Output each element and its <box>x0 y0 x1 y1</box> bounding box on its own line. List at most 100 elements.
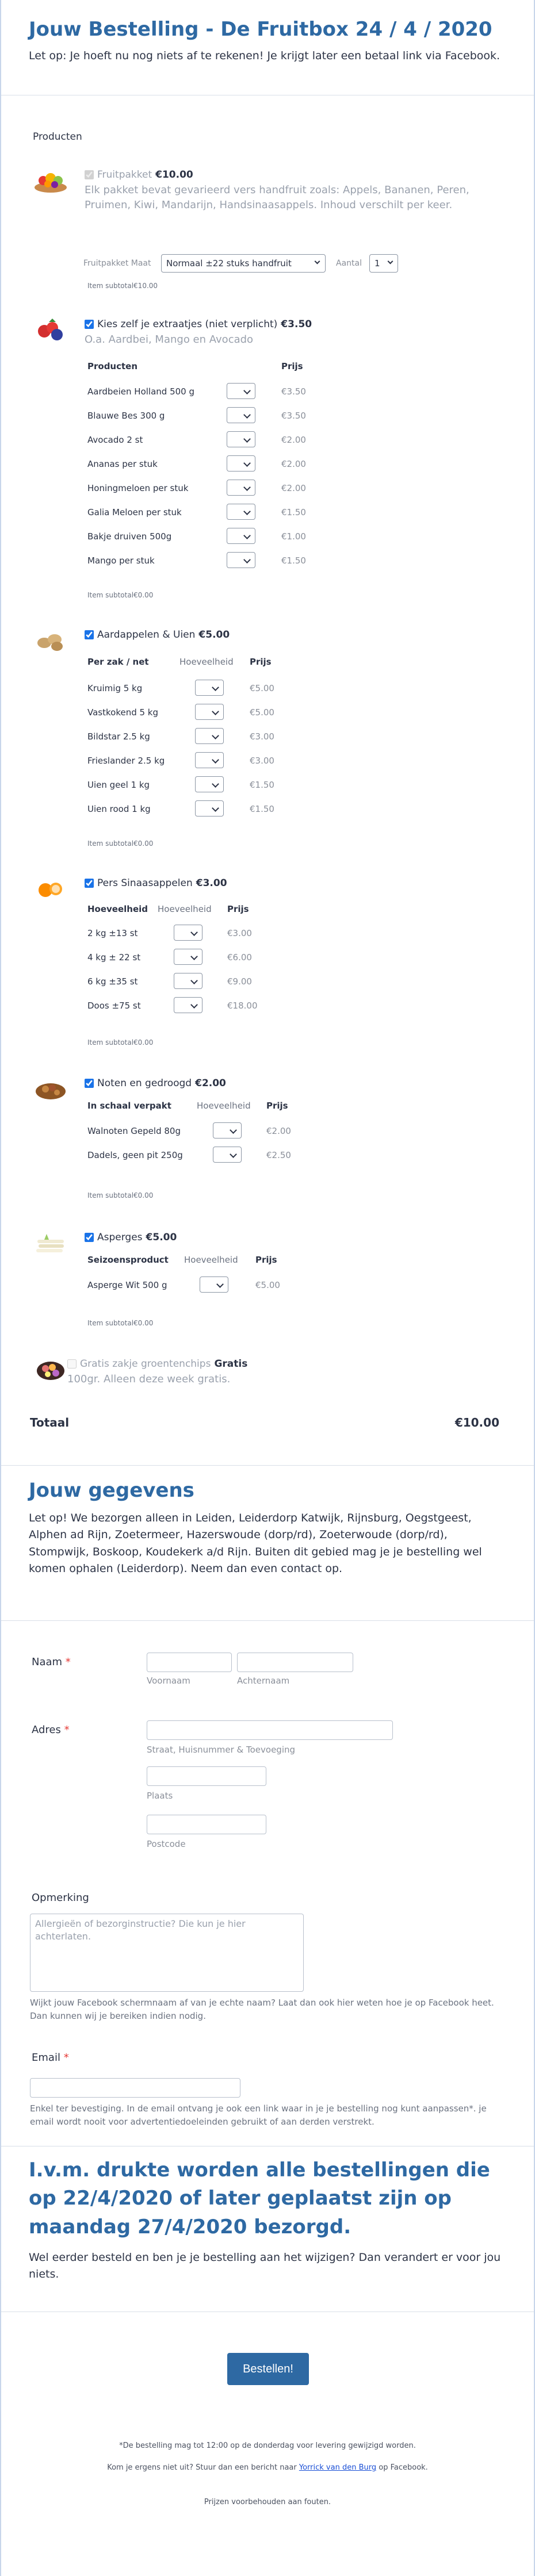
table-row-price: €1.50 <box>281 507 306 518</box>
groentechips-description: 100gr. Alleen deze week gratis. <box>67 1373 231 1385</box>
quantity-select[interactable] <box>195 728 224 744</box>
table-row-price: €3.50 <box>281 386 306 397</box>
table-row-name: Mango per stuk <box>87 555 155 566</box>
fruitpakket-aantal-select[interactable]: 1 <box>369 254 398 273</box>
quantity-select[interactable] <box>174 973 202 989</box>
quantity-select[interactable] <box>174 925 202 941</box>
extraatjes-subtotal: Item subtotal€0.00 <box>87 591 153 599</box>
footer-contact-suffix: op Facebook. <box>379 2463 428 2472</box>
quantity-select[interactable] <box>227 552 255 568</box>
email-input[interactable] <box>30 2078 240 2098</box>
adres-label: Adres * <box>32 1724 70 1736</box>
fruitpakket-name: Fruitpakket <box>97 169 152 181</box>
strawberries-image <box>38 319 63 340</box>
table-row-name: Galia Meloen per stuk <box>87 507 182 518</box>
table-row-name: Kruimig 5 kg <box>87 683 143 693</box>
extraatjes-checkbox[interactable] <box>85 320 94 329</box>
quantity-select[interactable] <box>195 680 224 696</box>
table-row-price: €1.50 <box>250 780 274 790</box>
asperges-subtotal: Item subtotal€0.00 <box>87 1319 153 1327</box>
straat-input[interactable] <box>147 1720 393 1740</box>
straat-sublabel: Straat, Huisnummer & Toevoeging <box>147 1745 296 1755</box>
chevron-down-icon <box>314 258 320 264</box>
fruitpakket-maat-value: Normaal ±22 stuks handfruit <box>166 258 292 269</box>
email-help: Enkel ter bevestiging. In de email ontva… <box>30 2103 487 2128</box>
sinaasappels-name: Pers Sinaasappelen <box>97 877 193 889</box>
fruitpakket-maat-label: Fruitpakket Maat <box>83 259 151 268</box>
contact-link[interactable]: Yorrick van den Burg <box>299 2463 376 2472</box>
quantity-select[interactable] <box>227 528 255 544</box>
fruitpakket-subtotal: Item subtotal€10.00 <box>87 282 158 290</box>
groentechips-title: Gratis zakje groentenchips Gratis <box>67 1358 505 1370</box>
asperges-table: Seizoensproduct Hoeveelheid Prijs Asperge W… <box>87 1255 318 1301</box>
postcode-input[interactable] <box>147 1815 266 1834</box>
table-row-price: €2.00 <box>281 459 306 469</box>
subtotal-label: Item subtotal <box>87 1191 134 1199</box>
table-row-name: Vastkokend 5 kg <box>87 707 159 718</box>
fruitpakket-maat-select[interactable]: Normaal ±22 stuks handfruit <box>161 254 326 273</box>
quantity-select[interactable] <box>195 752 224 768</box>
quantity-select[interactable] <box>227 455 255 471</box>
product-sinaasappels: Pers Sinaasappelen €3.00 <box>33 875 505 903</box>
gegevens-text: Let op! We bezorgen alleen in Leiden, Le… <box>29 1512 482 1575</box>
subtotal-label: Item subtotal <box>87 1319 134 1327</box>
sinaasappels-title: Pers Sinaasappelen €3.00 <box>85 877 505 889</box>
table-row-price: €9.00 <box>227 976 252 987</box>
notice-section: I.v.m. drukte worden alle bestellingen d… <box>29 2156 506 2283</box>
fruitpakket-checkbox[interactable] <box>85 170 94 179</box>
footer-line-3: Prijzen voorbehouden aan fouten. <box>204 2498 331 2506</box>
product-noten: Noten en gedroogd €2.00 <box>33 1075 505 1103</box>
extraatjes-description: O.a. Aardbei, Mango en Avocado <box>85 334 254 346</box>
quantity-select[interactable] <box>227 383 255 399</box>
quantity-select[interactable] <box>195 800 224 816</box>
extraatjes-table: Producten Prijs Aardbeien Holland 500 g €3.… <box>87 361 318 568</box>
quantity-select[interactable] <box>227 407 255 423</box>
quantity-select[interactable] <box>200 1276 228 1293</box>
quantity-select[interactable] <box>227 504 255 520</box>
asperges-name: Asperges <box>97 1232 143 1243</box>
naam-label: Naam * <box>32 1656 71 1668</box>
aardappelen-name: Aardappelen & Uien <box>97 629 196 641</box>
sinaasappels-checkbox[interactable] <box>85 879 94 888</box>
asparagus-image <box>36 1234 64 1252</box>
aardappelen-table: Per zak / net Hoeveelheid Prijs Kruimig 5 k… <box>87 657 318 823</box>
vegetable-chips-image <box>37 1362 64 1380</box>
subtotal-value: €10.00 <box>133 282 158 290</box>
opmerking-textarea[interactable]: Allergieën of bezorginstructie? Die kun … <box>30 1914 304 1992</box>
table-row-name: Ananas per stuk <box>87 459 158 469</box>
groentechips-checkbox[interactable] <box>67 1359 77 1368</box>
table-row-price: €5.00 <box>255 1280 280 1290</box>
quantity-select[interactable] <box>227 431 255 447</box>
aardappelen-checkbox[interactable] <box>85 630 94 639</box>
subtotal-value: €0.00 <box>133 1319 154 1327</box>
table-row-name: Honingmeloen per stuk <box>87 483 189 493</box>
achternaam-input[interactable] <box>237 1653 353 1672</box>
quantity-select[interactable] <box>174 949 202 965</box>
order-form-page: Jouw Bestelling - De Fruitbox 24 / 4 / 2… <box>0 0 535 2576</box>
subtotal-label: Item subtotal <box>87 1038 134 1046</box>
quantity-select[interactable] <box>227 480 255 496</box>
table-row-name: Uien rood 1 kg <box>87 804 151 814</box>
plaats-input[interactable] <box>147 1766 266 1786</box>
quantity-select[interactable] <box>195 704 224 720</box>
table-row-price: €2.00 <box>266 1126 291 1136</box>
table-row-name: Walnoten Gepeld 80g <box>87 1126 181 1136</box>
table-row-name: 2 kg ±13 st <box>87 928 138 938</box>
sinaasappels-subtotal: Item subtotal€0.00 <box>87 1038 153 1046</box>
quantity-select[interactable] <box>174 997 202 1013</box>
submit-button[interactable]: Bestellen! <box>227 2353 309 2385</box>
table-row-price: €3.50 <box>281 411 306 421</box>
quantity-select[interactable] <box>195 776 224 792</box>
groentechips-name: Gratis zakje groentenchips <box>80 1358 211 1370</box>
table-row-name: Blauwe Bes 300 g <box>87 411 165 421</box>
oranges-image <box>39 883 62 897</box>
noten-checkbox[interactable] <box>85 1079 94 1088</box>
quantity-select[interactable] <box>213 1122 242 1138</box>
footer-line-1: *De bestelling mag tot 12:00 op de donde… <box>119 2441 416 2450</box>
opmerking-placeholder: Allergieën of bezorginstructie? Die kun … <box>35 1918 246 1942</box>
section-divider <box>1 1465 534 1466</box>
subtotal-value: €0.00 <box>133 1191 154 1199</box>
asperges-checkbox[interactable] <box>85 1233 94 1242</box>
quantity-select[interactable] <box>213 1147 242 1163</box>
voornaam-input[interactable] <box>147 1653 232 1672</box>
